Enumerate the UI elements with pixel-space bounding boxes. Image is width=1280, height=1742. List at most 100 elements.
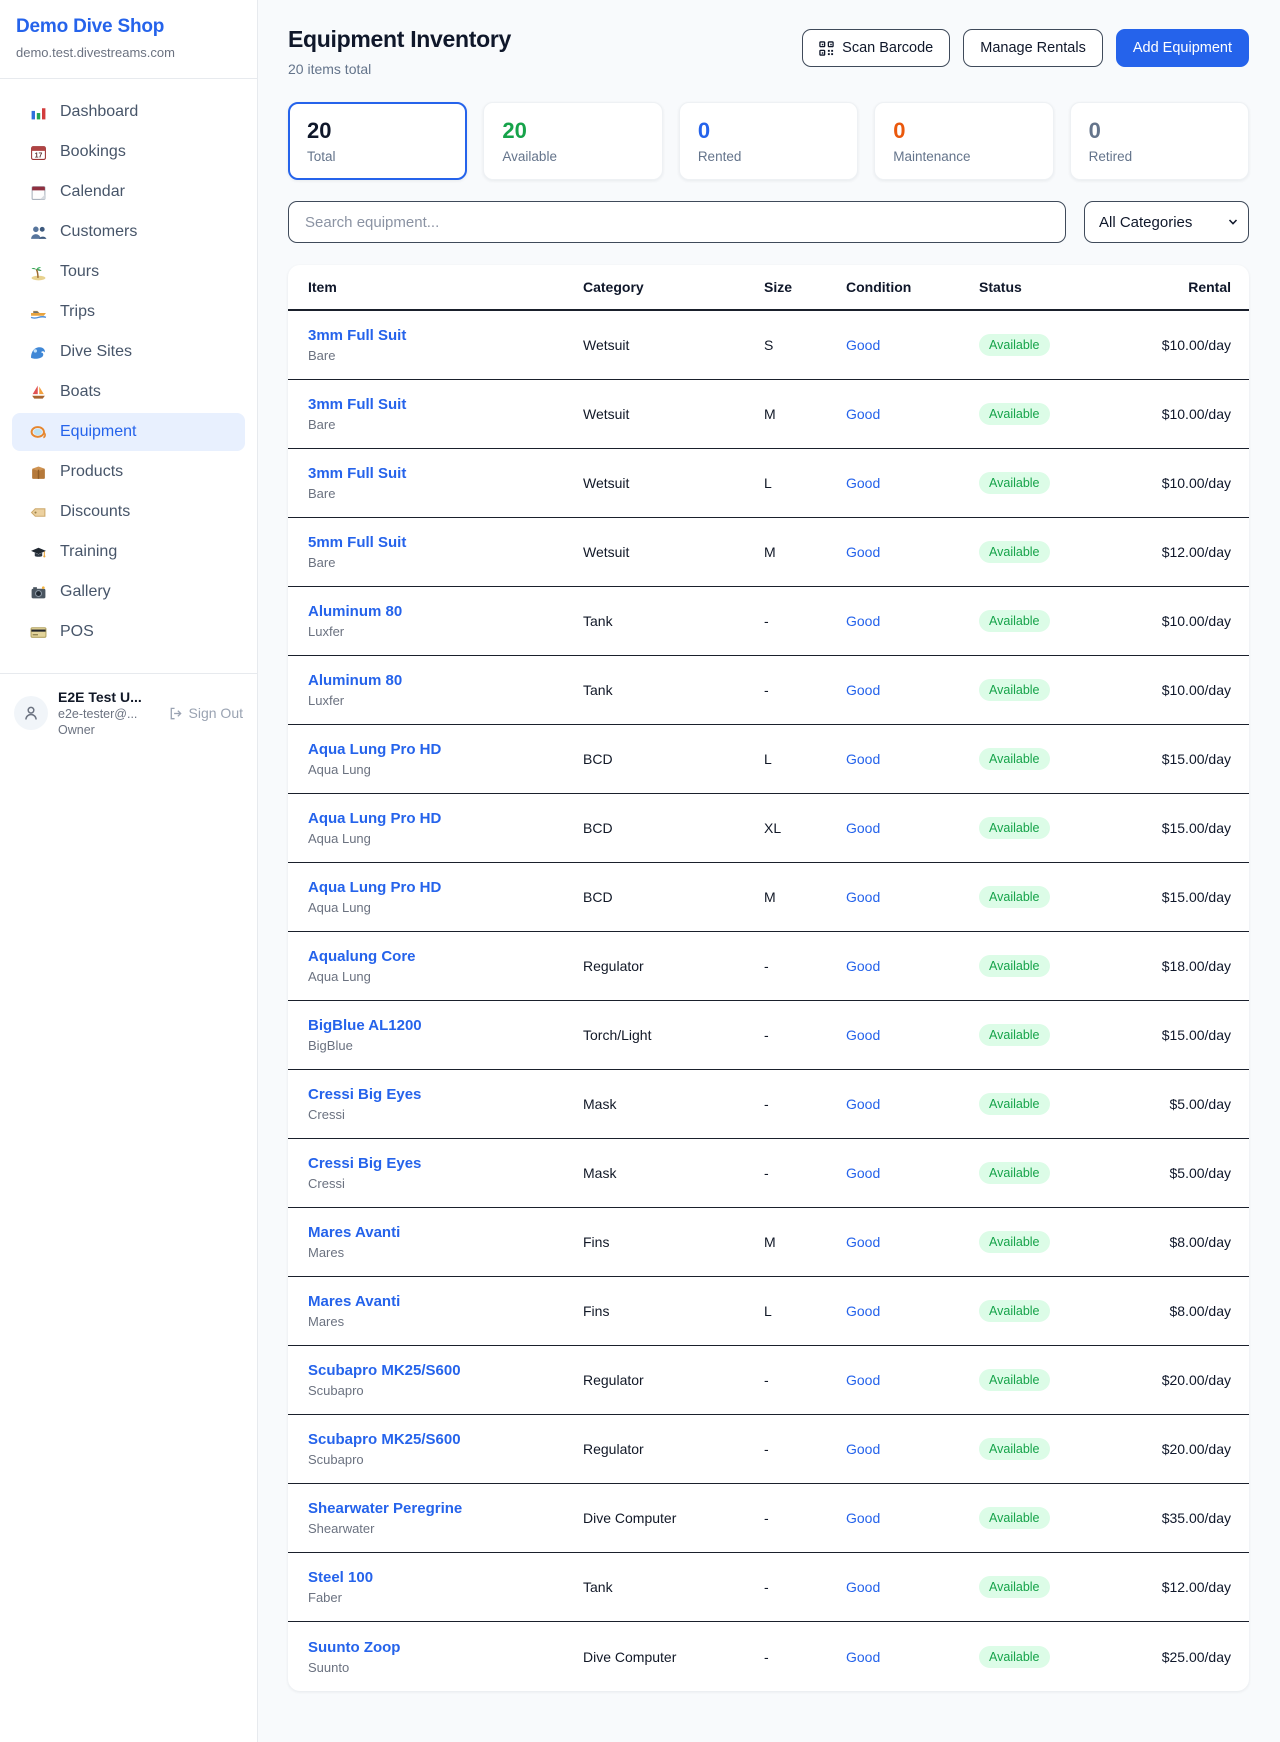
stat-card-retired[interactable]: 0 Retired xyxy=(1070,102,1249,180)
item-name-link[interactable]: Scubapro MK25/S600 xyxy=(308,1430,583,1449)
condition-link[interactable]: Good xyxy=(846,544,979,560)
shop-title[interactable]: Demo Dive Shop xyxy=(16,16,241,38)
condition-link[interactable]: Good xyxy=(846,337,979,353)
item-name-link[interactable]: Cressi Big Eyes xyxy=(308,1085,583,1104)
stat-label: Total xyxy=(307,149,448,164)
item-name-link[interactable]: 3mm Full Suit xyxy=(308,395,583,414)
sidebar-item-dive-sites[interactable]: Dive Sites xyxy=(12,333,245,371)
sidebar-item-customers[interactable]: Customers xyxy=(12,213,245,251)
item-cell: Aqualung Core Aqua Lung xyxy=(308,947,583,985)
status-cell: Available xyxy=(979,886,1129,908)
status-badge: Available xyxy=(979,1369,1050,1391)
sidebar-item-gallery[interactable]: Gallery xyxy=(12,573,245,611)
sidebar-item-products[interactable]: Products xyxy=(12,453,245,491)
sign-out-icon xyxy=(168,706,183,721)
column-header-condition: Condition xyxy=(846,279,979,295)
stat-card-maintenance[interactable]: 0 Maintenance xyxy=(874,102,1053,180)
item-name-link[interactable]: Aqua Lung Pro HD xyxy=(308,878,583,897)
table-row: Scubapro MK25/S600 Scubapro Regulator - … xyxy=(288,1346,1249,1415)
stat-card-available[interactable]: 20 Available xyxy=(483,102,662,180)
sidebar-item-trips[interactable]: Trips xyxy=(12,293,245,331)
sidebar-item-label: Training xyxy=(60,543,117,561)
condition-link[interactable]: Good xyxy=(846,1441,979,1457)
item-cell: 3mm Full Suit Bare xyxy=(308,464,583,502)
search-input[interactable] xyxy=(288,201,1066,243)
item-name-link[interactable]: Shearwater Peregrine xyxy=(308,1499,583,1518)
item-cell: Aluminum 80 Luxfer xyxy=(308,671,583,709)
sidebar-item-equipment[interactable]: Equipment xyxy=(12,413,245,451)
condition-link[interactable]: Good xyxy=(846,751,979,767)
size-cell: M xyxy=(764,889,846,905)
sidebar-item-boats[interactable]: Boats xyxy=(12,373,245,411)
column-header-rental: Rental xyxy=(1129,279,1231,295)
condition-link[interactable]: Good xyxy=(846,613,979,629)
item-name-link[interactable]: Aluminum 80 xyxy=(308,602,583,621)
sidebar-item-discounts[interactable]: Discounts xyxy=(12,493,245,531)
item-brand: Mares xyxy=(308,1245,583,1261)
scan-barcode-button[interactable]: Scan Barcode xyxy=(802,29,950,67)
item-name-link[interactable]: Cressi Big Eyes xyxy=(308,1154,583,1173)
rental-price: $10.00/day xyxy=(1129,613,1231,629)
condition-link[interactable]: Good xyxy=(846,1510,979,1526)
item-name-link[interactable]: Scubapro MK25/S600 xyxy=(308,1361,583,1380)
sidebar-item-dashboard[interactable]: Dashboard xyxy=(12,93,245,131)
category-cell: Fins xyxy=(583,1234,764,1250)
table-row: BigBlue AL1200 BigBlue Torch/Light - Goo… xyxy=(288,1001,1249,1070)
item-name-link[interactable]: 3mm Full Suit xyxy=(308,464,583,483)
status-badge: Available xyxy=(979,1024,1050,1046)
condition-link[interactable]: Good xyxy=(846,406,979,422)
item-name-link[interactable]: Aqua Lung Pro HD xyxy=(308,809,583,828)
sidebar-item-label: Discounts xyxy=(60,503,130,521)
main-content: Equipment Inventory 20 items total Scan … xyxy=(258,0,1280,1715)
condition-link[interactable]: Good xyxy=(846,820,979,836)
item-cell: 3mm Full Suit Bare xyxy=(308,395,583,433)
condition-link[interactable]: Good xyxy=(846,475,979,491)
sidebar-item-tours[interactable]: Tours xyxy=(12,253,245,291)
size-cell: M xyxy=(764,1234,846,1250)
condition-link[interactable]: Good xyxy=(846,1303,979,1319)
stat-card-rented[interactable]: 0 Rented xyxy=(679,102,858,180)
item-name-link[interactable]: Aqualung Core xyxy=(308,947,583,966)
status-badge: Available xyxy=(979,403,1050,425)
condition-link[interactable]: Good xyxy=(846,958,979,974)
condition-link[interactable]: Good xyxy=(846,889,979,905)
manage-rentals-button[interactable]: Manage Rentals xyxy=(963,29,1103,67)
sign-out-button[interactable]: Sign Out xyxy=(168,705,243,721)
size-cell: M xyxy=(764,544,846,560)
condition-link[interactable]: Good xyxy=(846,1579,979,1595)
items-total-count: 20 items total xyxy=(288,61,511,77)
customers-icon xyxy=(30,224,47,241)
condition-link[interactable]: Good xyxy=(846,1096,979,1112)
item-name-link[interactable]: 5mm Full Suit xyxy=(308,533,583,552)
stat-card-total[interactable]: 20 Total xyxy=(288,102,467,180)
condition-link[interactable]: Good xyxy=(846,1165,979,1181)
size-cell: - xyxy=(764,1579,846,1595)
stats-row: 20 Total 20 Available 0 Rented 0 Mainten… xyxy=(288,102,1249,180)
condition-link[interactable]: Good xyxy=(846,1027,979,1043)
sidebar-item-label: Dashboard xyxy=(60,103,138,121)
sidebar-item-label: Products xyxy=(60,463,123,481)
status-badge: Available xyxy=(979,1093,1050,1115)
condition-link[interactable]: Good xyxy=(846,682,979,698)
category-cell: Tank xyxy=(583,1579,764,1595)
boats-icon xyxy=(30,384,47,401)
condition-link[interactable]: Good xyxy=(846,1372,979,1388)
sidebar-item-bookings[interactable]: 17 Bookings xyxy=(12,133,245,171)
sidebar-item-training[interactable]: Training xyxy=(12,533,245,571)
item-name-link[interactable]: Aluminum 80 xyxy=(308,671,583,690)
status-badge: Available xyxy=(979,472,1050,494)
item-name-link[interactable]: Mares Avanti xyxy=(308,1223,583,1242)
item-name-link[interactable]: Suunto Zoop xyxy=(308,1638,583,1657)
item-name-link[interactable]: 3mm Full Suit xyxy=(308,326,583,345)
sidebar-item-calendar[interactable]: Calendar xyxy=(12,173,245,211)
item-name-link[interactable]: Steel 100 xyxy=(308,1568,583,1587)
sidebar-item-pos[interactable]: POS xyxy=(12,613,245,651)
item-name-link[interactable]: BigBlue AL1200 xyxy=(308,1016,583,1035)
condition-link[interactable]: Good xyxy=(846,1649,979,1665)
item-brand: Bare xyxy=(308,417,583,433)
item-name-link[interactable]: Aqua Lung Pro HD xyxy=(308,740,583,759)
category-select[interactable]: All Categories xyxy=(1084,201,1249,243)
add-equipment-button[interactable]: Add Equipment xyxy=(1116,29,1249,67)
item-name-link[interactable]: Mares Avanti xyxy=(308,1292,583,1311)
condition-link[interactable]: Good xyxy=(846,1234,979,1250)
